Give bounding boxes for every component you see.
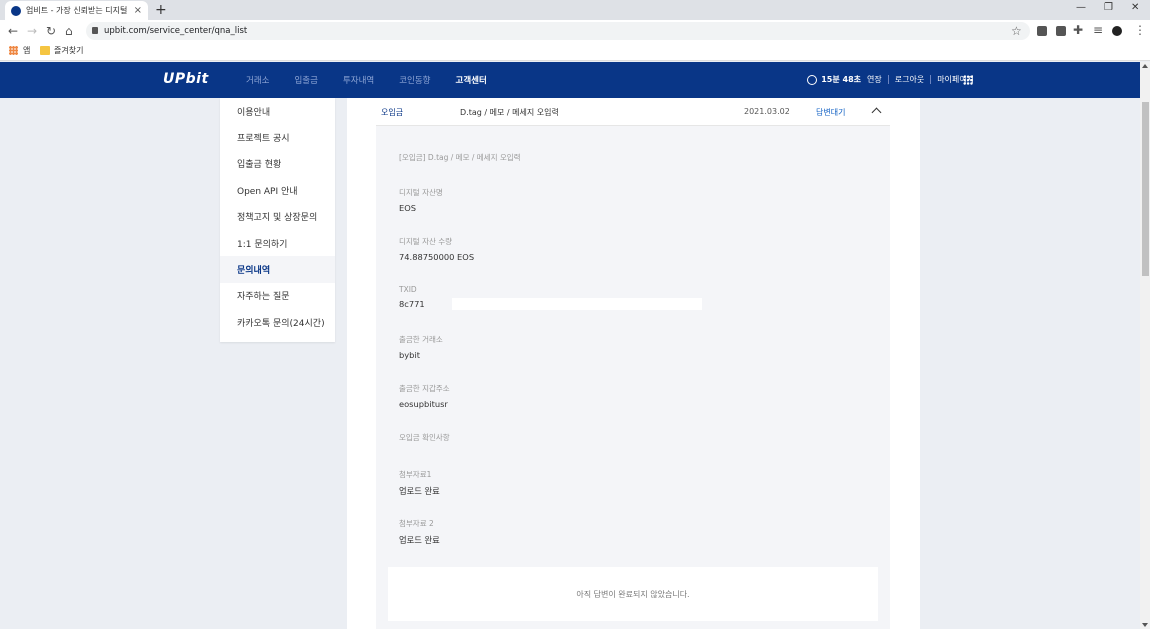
home-icon[interactable]: ⌂: [65, 24, 73, 38]
sidebar-item-deposit-status[interactable]: 입출금 현황: [220, 151, 335, 177]
profile-icon[interactable]: [1112, 26, 1122, 36]
field-wallet-address: 출금한 지갑주소 eosupbitusr: [399, 384, 450, 409]
nav-deposit-withdraw[interactable]: 입출금: [294, 74, 317, 86]
bookmark-apps[interactable]: 앱: [23, 45, 30, 56]
restore-icon[interactable]: ❐: [1104, 2, 1113, 13]
minimize-icon[interactable]: —: [1076, 2, 1086, 13]
nav-exchange[interactable]: 거래소: [246, 74, 269, 86]
nav-coin-trends[interactable]: 코인동향: [399, 74, 430, 86]
field-asset-name: 디지털 자산명 EOS: [399, 188, 443, 213]
sidebar-item-guide[interactable]: 이용안내: [220, 98, 335, 124]
close-tab-icon[interactable]: ×: [134, 5, 142, 16]
inquiry-subject: D.tag / 메모 / 메세지 오입력: [460, 108, 559, 117]
scroll-thumb[interactable]: [1142, 102, 1149, 276]
clock-icon: [807, 74, 818, 85]
logout-button[interactable]: 로그아웃: [895, 74, 924, 85]
field-attachment-2: 첨부자료 2 업로드 완료: [399, 519, 440, 545]
upbit-favicon-icon: [11, 5, 21, 16]
site-header: UPbit 거래소 입출금 투자내역 코인동향 고객센터 15분 48초 연장 …: [0, 62, 1140, 98]
lock-icon: [92, 27, 98, 34]
upbit-logo[interactable]: UPbit: [163, 71, 209, 87]
scroll-up-icon[interactable]: [1142, 64, 1148, 68]
inquiry-date: 2021.03.02: [744, 107, 790, 116]
extend-session-button[interactable]: 연장: [867, 74, 882, 85]
page-scrollbar[interactable]: [1140, 62, 1150, 629]
nav-investments[interactable]: 투자내역: [343, 74, 374, 86]
url-text: upbit.com/service_center/qna_list: [104, 26, 248, 36]
new-tab-icon[interactable]: +: [155, 2, 167, 18]
sidebar-item-kakaotalk[interactable]: 카카오톡 문의(24시간): [220, 309, 335, 335]
back-icon[interactable]: ←: [8, 24, 18, 38]
chevron-up-icon[interactable]: [871, 107, 882, 118]
apps-icon[interactable]: [9, 46, 18, 55]
header-user-menu: 15분 48초 연장 로그아웃 마이페이지: [807, 74, 974, 85]
status-badge: 답변대기: [816, 108, 846, 117]
field-source-exchange: 출금한 거래소 bybit: [399, 335, 443, 360]
reload-icon[interactable]: ↻: [46, 24, 56, 38]
sidebar-item-open-api[interactable]: Open API 안내: [220, 177, 335, 203]
puzzle-extensions-icon[interactable]: ✚: [1073, 23, 1083, 37]
reading-list-icon[interactable]: ≡: [1093, 23, 1103, 37]
folder-icon: [40, 46, 50, 55]
browser-tab-bar: 업비트 - 가장 신뢰받는 디지털 × + — ❐ ✕: [0, 0, 1150, 20]
browser-toolbar: ← → ↻ ⌂ upbit.com/service_center/qna_lis…: [0, 20, 1150, 42]
inquiry-row-header[interactable]: 오입금 D.tag / 메모 / 메세지 오입력 2021.03.02 답변대기: [376, 98, 890, 126]
bookmark-star-icon[interactable]: ☆: [1011, 24, 1022, 38]
field-asset-amount: 디지털 자산 수량 74.88750000 EOS: [399, 237, 475, 262]
customer-center-sidebar: 이용안내 프로젝트 공시 입출금 현황 Open API 안내 정책고지 및 상…: [220, 98, 335, 342]
tab-title: 업비트 - 가장 신뢰받는 디지털: [26, 6, 128, 15]
main-nav: 거래소 입출금 투자내역 코인동향 고객센터: [246, 62, 512, 98]
divider: [930, 75, 932, 84]
forward-icon[interactable]: →: [27, 24, 37, 38]
inquiry-panel: 오입금 D.tag / 메모 / 메세지 오입력 2021.03.02 답변대기…: [347, 98, 920, 629]
field-check-items: 오입금 확인사항: [399, 433, 450, 442]
inquiry-category: 오입금: [381, 108, 404, 117]
extension-s-icon[interactable]: [1056, 26, 1066, 36]
field-txid: TXID 8c771: [399, 285, 425, 309]
bookmarks-bar: 앱 즐겨찾기: [0, 42, 1150, 61]
extension-1-icon[interactable]: [1037, 26, 1047, 36]
txid-redaction: [452, 298, 702, 310]
divider: [887, 75, 889, 84]
address-bar[interactable]: upbit.com/service_center/qna_list: [86, 22, 1030, 40]
scroll-down-icon[interactable]: [1142, 623, 1148, 627]
sidebar-item-policy[interactable]: 정책고지 및 상장문의: [220, 204, 335, 230]
apps-grid-icon[interactable]: [963, 75, 973, 85]
inquiry-body-title: [오입금] D.tag / 메모 / 메세지 오입력: [399, 153, 521, 162]
answer-box: 아직 답변이 완료되지 않았습니다.: [388, 567, 878, 621]
kebab-menu-icon[interactable]: ⋮: [1134, 23, 1146, 37]
bookmark-folder[interactable]: 즐겨찾기: [54, 45, 83, 56]
browser-tab[interactable]: 업비트 - 가장 신뢰받는 디지털 ×: [5, 1, 148, 20]
sidebar-item-project-notice[interactable]: 프로젝트 공시: [220, 124, 335, 150]
field-attachment-1: 첨부자료1 업로드 완료: [399, 470, 440, 496]
inquiry-detail: [오입금] D.tag / 메모 / 메세지 오입력 디지털 자산명 EOS 디…: [376, 126, 890, 629]
answer-placeholder: 아직 답변이 완료되지 않았습니다.: [576, 589, 690, 599]
nav-customer-center[interactable]: 고객센터: [456, 74, 487, 86]
sidebar-item-one-to-one[interactable]: 1:1 문의하기: [220, 230, 335, 256]
sidebar-item-inquiry-history[interactable]: 문의내역: [220, 256, 335, 283]
session-timer: 15분 48초: [821, 75, 861, 84]
window-close-icon[interactable]: ✕: [1131, 2, 1139, 13]
sidebar-item-faq[interactable]: 자주하는 질문: [220, 283, 335, 309]
